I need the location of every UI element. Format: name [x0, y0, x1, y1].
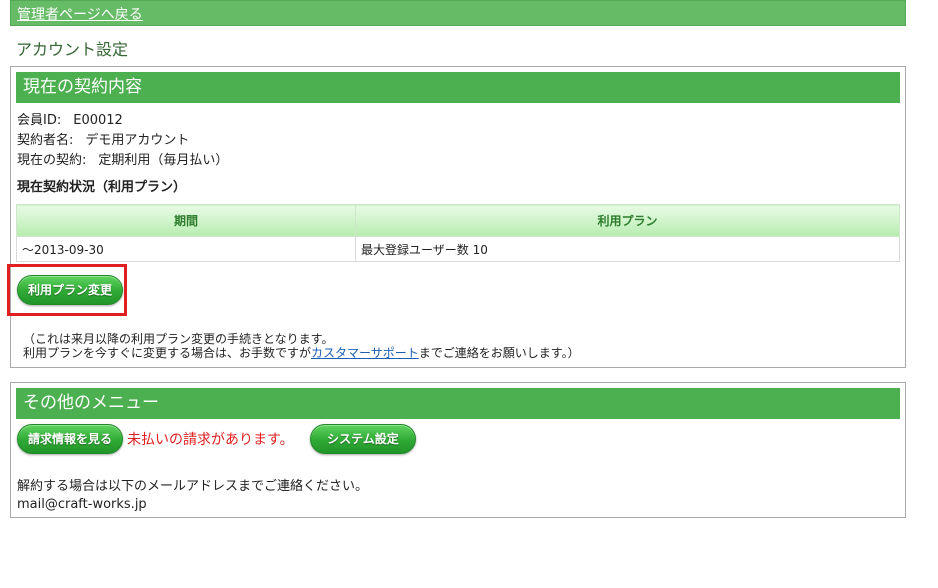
contractor-name-label: 契約者名:	[17, 133, 74, 148]
plan-cell: 最大登録ユーザー数 10	[355, 236, 900, 262]
customer-support-link[interactable]: カスタマーサポート	[311, 346, 419, 360]
contract-status-title: 現在契約状況（利用プラン）	[17, 180, 187, 195]
note-line-1: （これは来月以降の利用プラン変更の手続きとなります。	[23, 332, 334, 346]
note-line-2-prefix: 利用プランを今すぐに変更する場合は、お手数ですが	[23, 346, 312, 360]
current-contract-header: 現在の契約内容	[16, 72, 900, 103]
period-column-header: 期間	[16, 204, 356, 237]
member-id-value: E00012	[73, 113, 123, 128]
system-settings-button[interactable]: システム設定	[310, 424, 416, 454]
plan-change-notes: （これは来月以降の利用プラン変更の手続きとなります。 利用プランを今すぐに変更す…	[23, 332, 580, 360]
contractor-name-value: デモ用アカウント	[85, 133, 190, 148]
member-id-row: 会員ID: E00012	[17, 109, 123, 128]
cancellation-instruction: 解約する場合は以下のメールアドレスまでご連絡ください。	[17, 479, 369, 494]
plan-table: 期間 利用プラン ～2013-09-30 最大登録ユーザー数 10	[16, 204, 900, 262]
note-line-2: 利用プランを今すぐに変更する場合は、お手数ですがカスタマーサポートまでご連絡をお…	[23, 346, 580, 360]
current-contract-row: 現在の契約: 定期利用（毎月払い）	[17, 149, 228, 168]
cancellation-info: 解約する場合は以下のメールアドレスまでご連絡ください。 mail@craft-w…	[17, 478, 368, 514]
other-menu-panel: その他のメニュー 請求情報を見る 未払いの請求があります。 システム設定 解約す…	[10, 382, 906, 518]
current-contract-value: 定期利用（毎月払い）	[98, 153, 229, 168]
member-id-label: 会員ID:	[17, 113, 62, 128]
plan-table-header-row: 期間 利用プラン	[16, 204, 900, 237]
back-to-admin-link[interactable]: 管理者ページへ戻る	[17, 4, 143, 24]
unpaid-warning-text: 未払いの請求があります。	[127, 432, 294, 448]
contact-email: mail@craft-works.jp	[17, 497, 147, 512]
top-navigation-bar: 管理者ページへ戻る	[10, 0, 906, 26]
note-line-2-suffix: までご連絡をお願いします。）	[418, 346, 580, 360]
change-plan-button[interactable]: 利用プラン変更	[17, 275, 123, 305]
view-billing-button[interactable]: 請求情報を見る	[17, 424, 123, 454]
plan-column-header: 利用プラン	[355, 204, 900, 237]
current-contract-panel: 現在の契約内容 会員ID: E00012 契約者名: デモ用アカウント 現在の契約:…	[7, 66, 906, 368]
page-title: アカウント設定	[16, 40, 129, 59]
contractor-name-row: 契約者名: デモ用アカウント	[17, 129, 189, 148]
current-contract-label: 現在の契約:	[17, 153, 87, 168]
other-menu-header: その他のメニュー	[16, 388, 900, 419]
table-row: ～2013-09-30 最大登録ユーザー数 10	[16, 236, 900, 262]
period-cell: ～2013-09-30	[16, 236, 356, 262]
